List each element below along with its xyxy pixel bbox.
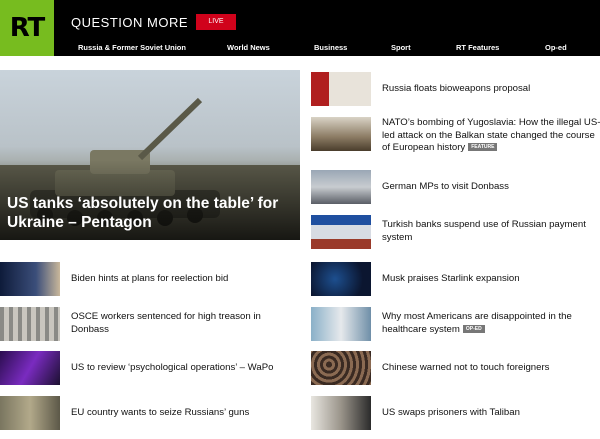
story-title[interactable]: Musk praises Starlink expansion bbox=[382, 273, 600, 286]
story-thumbnail bbox=[311, 215, 371, 249]
story-title[interactable]: Turkish banks suspend use of Russian pay… bbox=[382, 219, 600, 244]
story-title[interactable]: Chinese warned not to touch foreigners bbox=[382, 362, 600, 375]
nav-item-business[interactable]: Business bbox=[314, 43, 347, 52]
list-item[interactable]: Why most Americans are disappointed in t… bbox=[311, 307, 600, 343]
story-title[interactable]: US to review ‘psychological operations’ … bbox=[71, 362, 291, 375]
story-title[interactable]: US swaps prisoners with Taliban bbox=[382, 407, 600, 420]
list-item[interactable]: Musk praises Starlink expansion bbox=[311, 262, 600, 298]
story-thumbnail bbox=[0, 307, 60, 341]
list-item[interactable]: US to review ‘psychological operations’ … bbox=[0, 351, 300, 387]
list-item[interactable]: German MPs to visit Donbass bbox=[311, 170, 600, 206]
nav-item-world-news[interactable]: World News bbox=[227, 43, 270, 52]
story-thumbnail bbox=[311, 170, 371, 204]
nav-item-russia[interactable]: Russia & Former Soviet Union bbox=[78, 43, 186, 52]
story-title[interactable]: EU country wants to seize Russians’ guns bbox=[71, 407, 291, 420]
story-thumbnail bbox=[311, 117, 371, 151]
hero-story[interactable]: US tanks ‘absolutely on the table’ for U… bbox=[0, 70, 300, 240]
list-item[interactable]: Russia floats bioweapons proposal bbox=[311, 72, 600, 108]
story-title[interactable]: Biden hints at plans for reelection bid bbox=[71, 273, 291, 286]
story-thumbnail bbox=[0, 262, 60, 296]
story-title[interactable]: NATO’s bombing of Yugoslavia: How the il… bbox=[382, 117, 600, 155]
nav-item-op-ed[interactable]: Op-ed bbox=[545, 43, 567, 52]
story-thumbnail bbox=[0, 396, 60, 430]
list-item[interactable]: Biden hints at plans for reelection bid bbox=[0, 262, 300, 298]
nav-item-sport[interactable]: Sport bbox=[391, 43, 411, 52]
nav-item-rt-features[interactable]: RT Features bbox=[456, 43, 499, 52]
tagline: QUESTION MORE bbox=[71, 15, 189, 30]
site-header: RT QUESTION MORE LIVE Russia & Former So… bbox=[0, 0, 600, 56]
list-item[interactable]: Chinese warned not to touch foreigners bbox=[311, 351, 600, 387]
story-thumbnail bbox=[311, 396, 371, 430]
story-thumbnail bbox=[311, 307, 371, 341]
story-thumbnail bbox=[0, 351, 60, 385]
story-title[interactable]: German MPs to visit Donbass bbox=[382, 181, 600, 194]
list-item[interactable]: Turkish banks suspend use of Russian pay… bbox=[311, 215, 600, 251]
live-button[interactable]: LIVE bbox=[196, 14, 236, 30]
list-item[interactable]: OSCE workers sentenced for high treason … bbox=[0, 307, 300, 343]
hero-title[interactable]: US tanks ‘absolutely on the table’ for U… bbox=[7, 194, 287, 232]
story-thumbnail bbox=[311, 262, 371, 296]
story-title[interactable]: OSCE workers sentenced for high treason … bbox=[71, 311, 291, 336]
list-item[interactable]: NATO’s bombing of Yugoslavia: How the il… bbox=[311, 117, 600, 157]
story-title[interactable]: Why most Americans are disappointed in t… bbox=[382, 311, 600, 336]
list-item[interactable]: US swaps prisoners with Taliban bbox=[311, 396, 600, 432]
story-thumbnail bbox=[311, 72, 371, 106]
story-title[interactable]: Russia floats bioweapons proposal bbox=[382, 83, 600, 96]
main-nav: Russia & Former Soviet Union World News … bbox=[0, 43, 600, 53]
story-thumbnail bbox=[311, 351, 371, 385]
list-item[interactable]: EU country wants to seize Russians’ guns bbox=[0, 396, 300, 432]
feature-badge: FEATURE bbox=[468, 143, 498, 152]
op-ed-badge: OP-ED bbox=[462, 324, 485, 333]
